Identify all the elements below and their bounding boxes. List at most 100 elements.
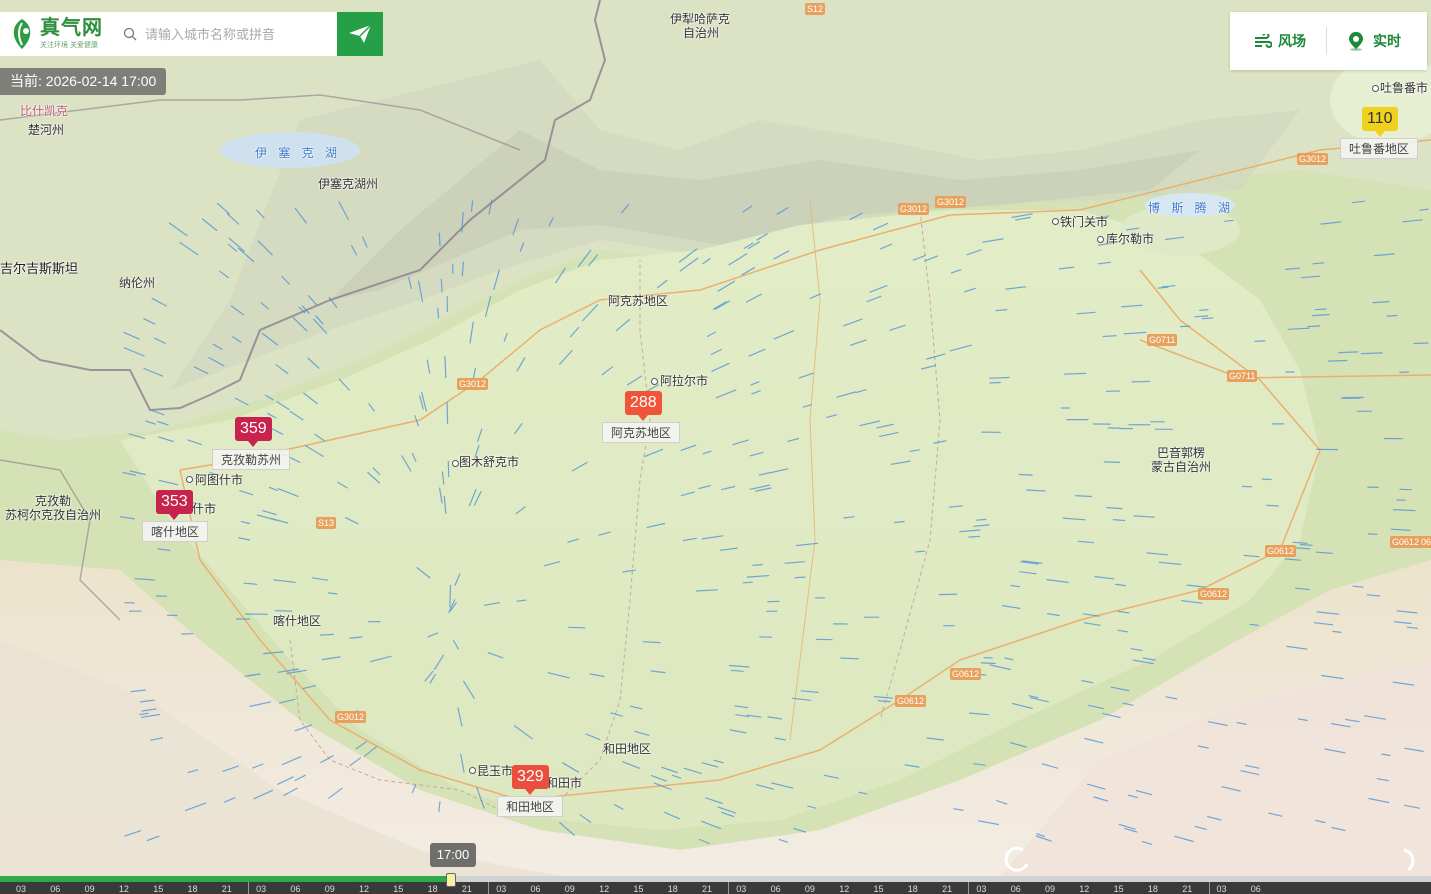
- wind-streak: [1201, 317, 1214, 320]
- wind-streak: [1413, 342, 1429, 345]
- wind-streak: [437, 307, 440, 319]
- wind-streak: [975, 518, 987, 521]
- wind-streak: [1338, 351, 1359, 354]
- place-label: 铁门关市: [1060, 215, 1109, 229]
- wind-streak: [840, 657, 860, 660]
- wind-streak: [1307, 325, 1321, 328]
- aqi-region-label[interactable]: 和田地区: [497, 796, 564, 817]
- timeline-tick: 18: [427, 884, 438, 894]
- timeline-tick: 03: [496, 884, 507, 894]
- timeline-tick: 18: [907, 884, 918, 894]
- place-label: 楚河州: [28, 123, 65, 137]
- aqi-badge[interactable]: 359: [235, 417, 272, 447]
- timeline-tick: 06: [290, 884, 301, 894]
- timeline-tick: 03: [256, 884, 267, 894]
- timeline-current-bubble: 17:00: [430, 843, 476, 867]
- road-label: G0612: [1390, 536, 1422, 548]
- wind-streak: [968, 535, 981, 538]
- day-separator: [968, 882, 970, 894]
- timeline-tick: 03: [976, 884, 987, 894]
- wind-streak: [1327, 359, 1348, 362]
- aqi-badge[interactable]: 110: [1362, 107, 1398, 137]
- wind-streak: [915, 550, 926, 553]
- city-dot-icon: [1097, 236, 1104, 243]
- timeline-tick: 12: [359, 884, 370, 894]
- wind-streak: [1198, 309, 1209, 311]
- wind-streak: [319, 633, 334, 636]
- timeline-tick: 15: [1113, 884, 1124, 894]
- place-label: 自治州: [683, 26, 720, 40]
- wind-field-label: 风场: [1278, 33, 1306, 49]
- wind-streak: [440, 278, 443, 293]
- aqi-value: 359: [240, 420, 267, 437]
- aqi-region-label[interactable]: 吐鲁番地区: [1340, 138, 1419, 159]
- timeline-tick: 12: [839, 884, 850, 894]
- aqi-badge[interactable]: 288: [625, 391, 662, 421]
- mode-divider: [1326, 27, 1327, 55]
- wind-streak: [1314, 308, 1327, 311]
- timeline-tick: 15: [153, 884, 164, 894]
- timeline-tick: 03: [1216, 884, 1227, 894]
- place-label: 苏柯尔克孜自治州: [5, 508, 102, 522]
- place-label: 和田地区: [603, 742, 652, 756]
- aqi-badge[interactable]: 353: [156, 490, 193, 520]
- city-dot-icon: [1052, 218, 1059, 225]
- timeline-handle[interactable]: [446, 873, 456, 887]
- day-separator: [248, 882, 250, 894]
- road-label: S13: [316, 517, 337, 529]
- city-dot-icon: [452, 460, 459, 467]
- road-label: G3012: [898, 203, 930, 215]
- road-label: G0612: [1265, 545, 1297, 557]
- day-separator: [728, 882, 730, 894]
- realtime-label: 实时: [1373, 33, 1401, 49]
- timeline-tick: 15: [873, 884, 884, 894]
- place-label: 图木舒克市: [459, 455, 520, 469]
- wind-streak: [989, 376, 1010, 379]
- search-icon: [123, 27, 137, 41]
- aqi-region-label[interactable]: 喀什地区: [142, 521, 209, 542]
- play-back-icon[interactable]: [1003, 846, 1031, 874]
- search-input[interactable]: [143, 25, 327, 43]
- paper-plane-icon: [349, 24, 372, 43]
- current-time-label: 当前: 2026-02-14 17:00: [0, 68, 167, 95]
- wind-streak: [1386, 314, 1398, 317]
- day-separator: [1208, 882, 1210, 894]
- play-forward-icon[interactable]: [1400, 846, 1422, 874]
- aqi-badge[interactable]: 329: [512, 765, 549, 795]
- timeline-tick: 21: [221, 884, 232, 894]
- timeline-tick: 21: [1182, 884, 1193, 894]
- wind-icon: [1255, 34, 1272, 48]
- road-label: G3012: [1297, 153, 1329, 165]
- timeline-bar[interactable]: 03 06 09 12 15 18 21 03 06 09 12 15 18 21 03 06 09 12 15 18…: [0, 876, 1431, 894]
- wind-streak: [446, 401, 449, 424]
- wind-streak: [438, 232, 441, 247]
- aqi-value: 329: [517, 768, 544, 785]
- timeline-tick: 09: [804, 884, 815, 894]
- wind-streak: [938, 593, 958, 596]
- road-label: G0612: [1198, 588, 1230, 600]
- wind-streak: [1018, 473, 1033, 476]
- mode-panel: 风场 实时: [1230, 12, 1427, 70]
- timeline-track: [449, 876, 1431, 882]
- wind-streak: [742, 581, 754, 584]
- leaf-logo-icon: [13, 19, 31, 49]
- place-label: 蒙古自治州: [1151, 460, 1212, 474]
- wind-streak: [1131, 380, 1151, 383]
- road-label: G3012: [935, 196, 967, 208]
- city-dot-icon: [469, 767, 476, 774]
- aqi-region-label[interactable]: 克孜勒苏州: [212, 449, 291, 470]
- search-submit-button[interactable]: [337, 12, 383, 56]
- map-canvas[interactable]: [0, 0, 1431, 894]
- city-dot-icon: [651, 378, 658, 385]
- aqi-region-label[interactable]: 阿克苏地区: [602, 422, 681, 443]
- place-label: 阿克苏地区: [608, 294, 669, 308]
- timeline-tick: 06: [530, 884, 541, 894]
- road-label: G0612: [950, 668, 982, 680]
- timeline-tick: 09: [324, 884, 335, 894]
- wind-streak: [1266, 504, 1279, 507]
- wind-field-button[interactable]: 风场: [1254, 31, 1306, 51]
- timeline-tick: 15: [393, 884, 404, 894]
- place-label: 纳伦州: [119, 276, 156, 290]
- realtime-button[interactable]: 实时: [1347, 31, 1401, 51]
- logo[interactable]: 真气网 关注环境 关爱健康: [0, 12, 115, 56]
